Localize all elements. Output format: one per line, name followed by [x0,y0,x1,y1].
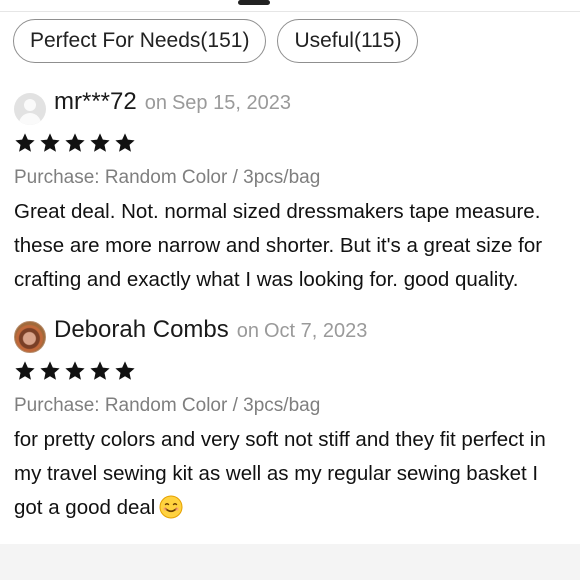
section-separator [0,544,580,580]
review-date: on Sep 15, 2023 [144,92,291,114]
purchase-variant: Purchase: Random Color / 3pcs/bag [14,395,321,416]
star-icon [115,133,135,152]
star-icon [90,361,110,380]
reviewer-name[interactable]: Deborah Combs [54,316,229,344]
smiling-face-emoji-icon [159,495,183,519]
chip-label: Useful [294,29,354,52]
star-icon [15,361,35,380]
review-item: Deborah Combs on Oct 7, 2023 Purchase: Ra… [14,316,570,525]
review-text: Great deal. Not. normal sized dressmaker… [14,200,543,291]
review-header: mr***72 on Sep 15, 2023 [14,88,570,130]
sheet-drag-handle[interactable] [238,0,270,5]
purchase-variant: Purchase: Random Color / 3pcs/bag [14,167,321,188]
star-rating [14,360,570,384]
reviewer-name[interactable]: mr***72 [54,88,137,116]
user-photo-avatar[interactable] [14,321,46,353]
divider [0,11,580,12]
star-icon [40,361,60,380]
star-icon [65,133,85,152]
chip-label: Perfect For Needs [30,29,201,52]
review-text-content: for pretty colors and very soft not stif… [14,428,546,519]
star-rating [14,132,570,156]
filter-chip-perfect-for-needs[interactable]: Perfect For Needs151 [13,19,267,63]
star-icon [15,133,35,152]
star-icon [40,133,60,152]
default-avatar-icon[interactable] [14,93,46,125]
review-filter-chips: Perfect For Needs151 Useful115 [13,19,419,63]
star-icon [65,361,85,380]
chip-count: 115 [354,29,401,53]
star-icon [90,133,110,152]
review-text: for pretty colors and very soft not stif… [14,423,570,525]
review-item: mr***72 on Sep 15, 2023 Purchase: Random … [14,88,570,297]
star-icon [115,361,135,380]
chip-count: 151 [200,29,249,53]
review-header: Deborah Combs on Oct 7, 2023 [14,316,570,358]
review-date: on Oct 7, 2023 [236,320,368,342]
filter-chip-useful[interactable]: Useful115 [277,19,419,63]
